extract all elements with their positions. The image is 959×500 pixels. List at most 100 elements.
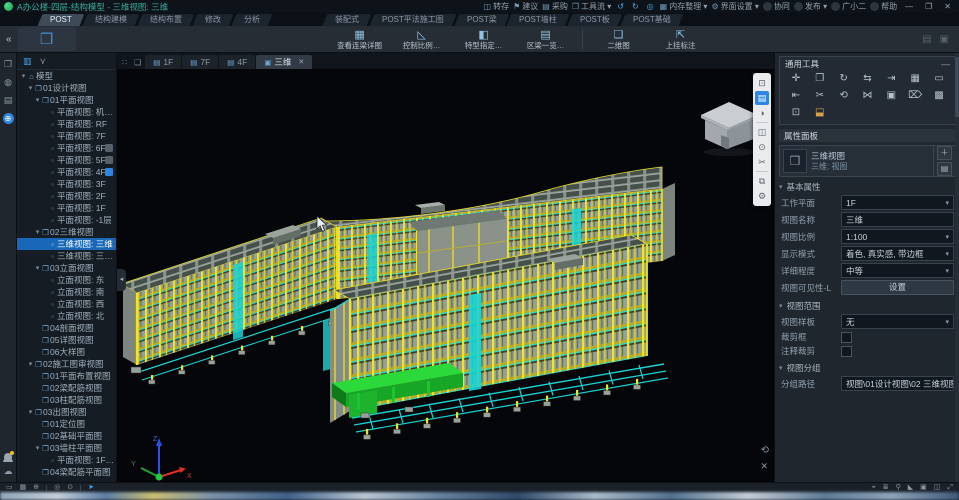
view-template-select[interactable]: 无▾ — [841, 314, 954, 329]
redo-button[interactable]: ↻ — [630, 2, 641, 11]
view-tab-7f[interactable]: ▤7F — [182, 55, 218, 69]
procurement-button[interactable]: ▤采购 — [542, 1, 568, 12]
memory-cleanup-menu[interactable]: ▦内存整理 ▾ — [660, 1, 708, 12]
app-main-icon[interactable]: ❒ — [18, 27, 76, 51]
group-path-input[interactable]: 视图\01设计视图\02 三维视图 — [841, 376, 954, 391]
view-tab-1f[interactable]: ▤1F — [145, 55, 181, 69]
ribbon-tab-post-foundation[interactable]: POST基础 — [620, 14, 683, 26]
offset-tool-icon[interactable]: ▭ — [927, 71, 951, 86]
osnap-icon[interactable]: ⊙ — [67, 483, 73, 492]
panel-scrollbar[interactable] — [955, 53, 959, 482]
sync-button[interactable]: ◎ — [645, 2, 656, 11]
measure-tool-icon[interactable]: ⊡ — [784, 105, 808, 120]
tree-filter-icon[interactable]: ⋎ — [40, 56, 47, 67]
tree-item-elev-south[interactable]: ▫立面视图: 南 — [17, 286, 116, 298]
view-tab-3d-active[interactable]: ▣三维✕ — [256, 55, 312, 69]
control-scale-button[interactable]: ◺控制比例… — [396, 29, 448, 50]
ribbon-tab-layout[interactable]: 结构布置 — [137, 14, 194, 26]
tree-item-wallcolumn-1f[interactable]: ▫平面视图: 1F… — [17, 454, 116, 466]
list-view-icon[interactable]: ≣ — [883, 483, 889, 492]
locate-icon[interactable]: ⚲ — [896, 483, 901, 492]
tree-item-positioning[interactable]: ❐01定位图 — [17, 418, 116, 430]
model-browser-icon[interactable]: ❒ — [4, 59, 12, 69]
section-box-icon[interactable]: ◫ — [755, 125, 769, 139]
ribbon-tab-prefab[interactable]: 装配式 — [322, 14, 371, 26]
sidebar-collapse-handle[interactable]: ◂ — [117, 269, 126, 291]
display-style-icon[interactable]: ▤ — [755, 91, 769, 105]
tree-item-plan-1f[interactable]: ▫平面视图: 1F — [17, 202, 116, 214]
tree-item-plan-6f[interactable]: ▫平面视图: 6F — [17, 142, 116, 154]
delete-tool-icon[interactable]: ⌦ — [903, 88, 927, 103]
scrollbar-thumb[interactable] — [955, 57, 959, 117]
tree-item-plan-views[interactable]: ▾❐01平面视图 — [17, 94, 116, 106]
cloud-icon[interactable]: ☁ — [4, 466, 13, 476]
copy-tool-icon[interactable]: ❐ — [808, 71, 832, 86]
toolflow-button[interactable]: ❒工具流 ▾ — [572, 1, 611, 12]
tree-item-layout-plan[interactable]: ❐01平面布置视图 — [17, 370, 116, 382]
shading-icon[interactable]: ◑ — [755, 106, 769, 120]
tree-item-beam-rebar-plan[interactable]: ❐04梁配筋平面图 — [17, 466, 116, 478]
ribbon-tab-post[interactable]: POST — [38, 14, 85, 26]
snap-icon[interactable]: ▦ — [20, 483, 27, 492]
2d-drawing-button[interactable]: ❏二维图 — [593, 29, 645, 50]
tree-item-wallcolumn-plan[interactable]: ▾❐03墙柱平面图 — [17, 442, 116, 454]
ribbon-tab-post-beam[interactable]: POST梁 — [454, 14, 509, 26]
tree-item-3d-main-selected[interactable]: ▫三维视图: 三维 — [17, 238, 116, 250]
visibility-settings-button[interactable]: 设置 — [841, 280, 954, 295]
add-type-button[interactable]: ＋ — [937, 146, 952, 160]
crop-box-checkbox[interactable] — [841, 332, 852, 343]
swap-tool-icon[interactable]: ⇆ — [856, 71, 880, 86]
tree-item-plan-rf[interactable]: ▫平面视图: RF — [17, 118, 116, 130]
view-layout-icon[interactable]: ❏ — [131, 58, 144, 69]
section-basic-properties[interactable]: ▾ 基本属性 — [779, 180, 956, 193]
corner-snap-icon[interactable]: ◣ — [908, 483, 913, 492]
tree-item-3d-alt[interactable]: ▫三维视图: 三维-2 — [17, 250, 116, 262]
align-tool-icon[interactable]: ⇥ — [879, 71, 903, 86]
view-grid-icon[interactable]: ∷ — [119, 58, 130, 69]
rotate-tool-icon[interactable]: ↻ — [832, 71, 856, 86]
tree-item-column-rebar[interactable]: ❐03柱配筋视图 — [17, 394, 116, 406]
save-as-button[interactable]: ◫转存 — [484, 1, 510, 12]
viewport-close-icon[interactable]: ✕ — [760, 461, 768, 472]
array-tool-icon[interactable]: ▦ — [903, 71, 927, 86]
selection-filter-icon[interactable]: ▭ — [6, 483, 13, 492]
split-tool-icon[interactable]: ✂ — [808, 88, 832, 103]
tree-item-foundation-plan[interactable]: ❐02基础平面图 — [17, 430, 116, 442]
view-settings-icon[interactable]: ⚙ — [755, 189, 769, 203]
section-view-range[interactable]: ▾ 视图范围 — [779, 299, 956, 312]
tree-item-plan-5f[interactable]: ▫平面视图: 5F — [17, 154, 116, 166]
tree-item-output-views[interactable]: ▾❐03出图视图 — [17, 406, 116, 418]
tree-item-elev-north[interactable]: ▫立面视图: 北 — [17, 310, 116, 322]
minimize-button[interactable]: — — [901, 2, 917, 11]
publish-menu[interactable]: 发布 ▾ — [794, 1, 827, 12]
suggestion-button[interactable]: ⚑建议 — [513, 1, 538, 12]
fullscreen-icon[interactable]: ⤢ — [947, 483, 953, 492]
tree-item-detail-views[interactable]: ❐05详图视图 — [17, 334, 116, 346]
tree-item-elevation-views[interactable]: ▾❐03立面视图 — [17, 262, 116, 274]
tree-item-elev-west[interactable]: ▫立面视图: 西 — [17, 298, 116, 310]
tree-item-plan-3f[interactable]: ▫平面视图: 3F — [17, 178, 116, 190]
work-plane-select[interactable]: 1F▾ — [841, 195, 954, 210]
close-button[interactable]: ✕ — [940, 2, 955, 11]
tree-list-icon[interactable]: ▥ — [23, 56, 32, 67]
undo-button[interactable]: ↺ — [615, 2, 626, 11]
type-list-button[interactable]: ▤ — [937, 162, 952, 176]
collaborate-button[interactable]: 协同 — [763, 1, 790, 12]
annotation-button[interactable]: ⇱上挂标注 — [655, 29, 707, 50]
hatch-tool-icon[interactable]: ▩ — [927, 88, 951, 103]
tree-item-plan-roofmech[interactable]: ▫平面视图: 机房层 — [17, 106, 116, 118]
beam-list-button[interactable]: ▤区梁一览… — [520, 29, 572, 50]
link-icon[interactable]: ⧉ — [755, 174, 769, 188]
view-scale-select[interactable]: 1:100▾ — [841, 229, 954, 244]
view-beam-detail-button[interactable]: ▦查看连梁详图 — [334, 29, 386, 50]
viewcube-home-icon[interactable] — [701, 102, 758, 156]
special-assign-button[interactable]: ◧特型指定… — [458, 29, 510, 50]
tree-item-3d-views[interactable]: ▾❐02三维视图 — [17, 226, 116, 238]
box-select-tool-icon[interactable]: ▣ — [879, 88, 903, 103]
measure-icon[interactable]: ⊙ — [755, 140, 769, 154]
target-icon[interactable]: ⌖ — [872, 483, 876, 492]
ribbon-tab-modeling[interactable]: 结构建模 — [82, 14, 139, 26]
user-account-button[interactable]: 广小二 — [831, 1, 866, 12]
tree-item-plan-b1[interactable]: ▫平面视图: -1层 — [17, 214, 116, 226]
section-view-group[interactable]: ▾ 视图分组 — [779, 361, 956, 374]
